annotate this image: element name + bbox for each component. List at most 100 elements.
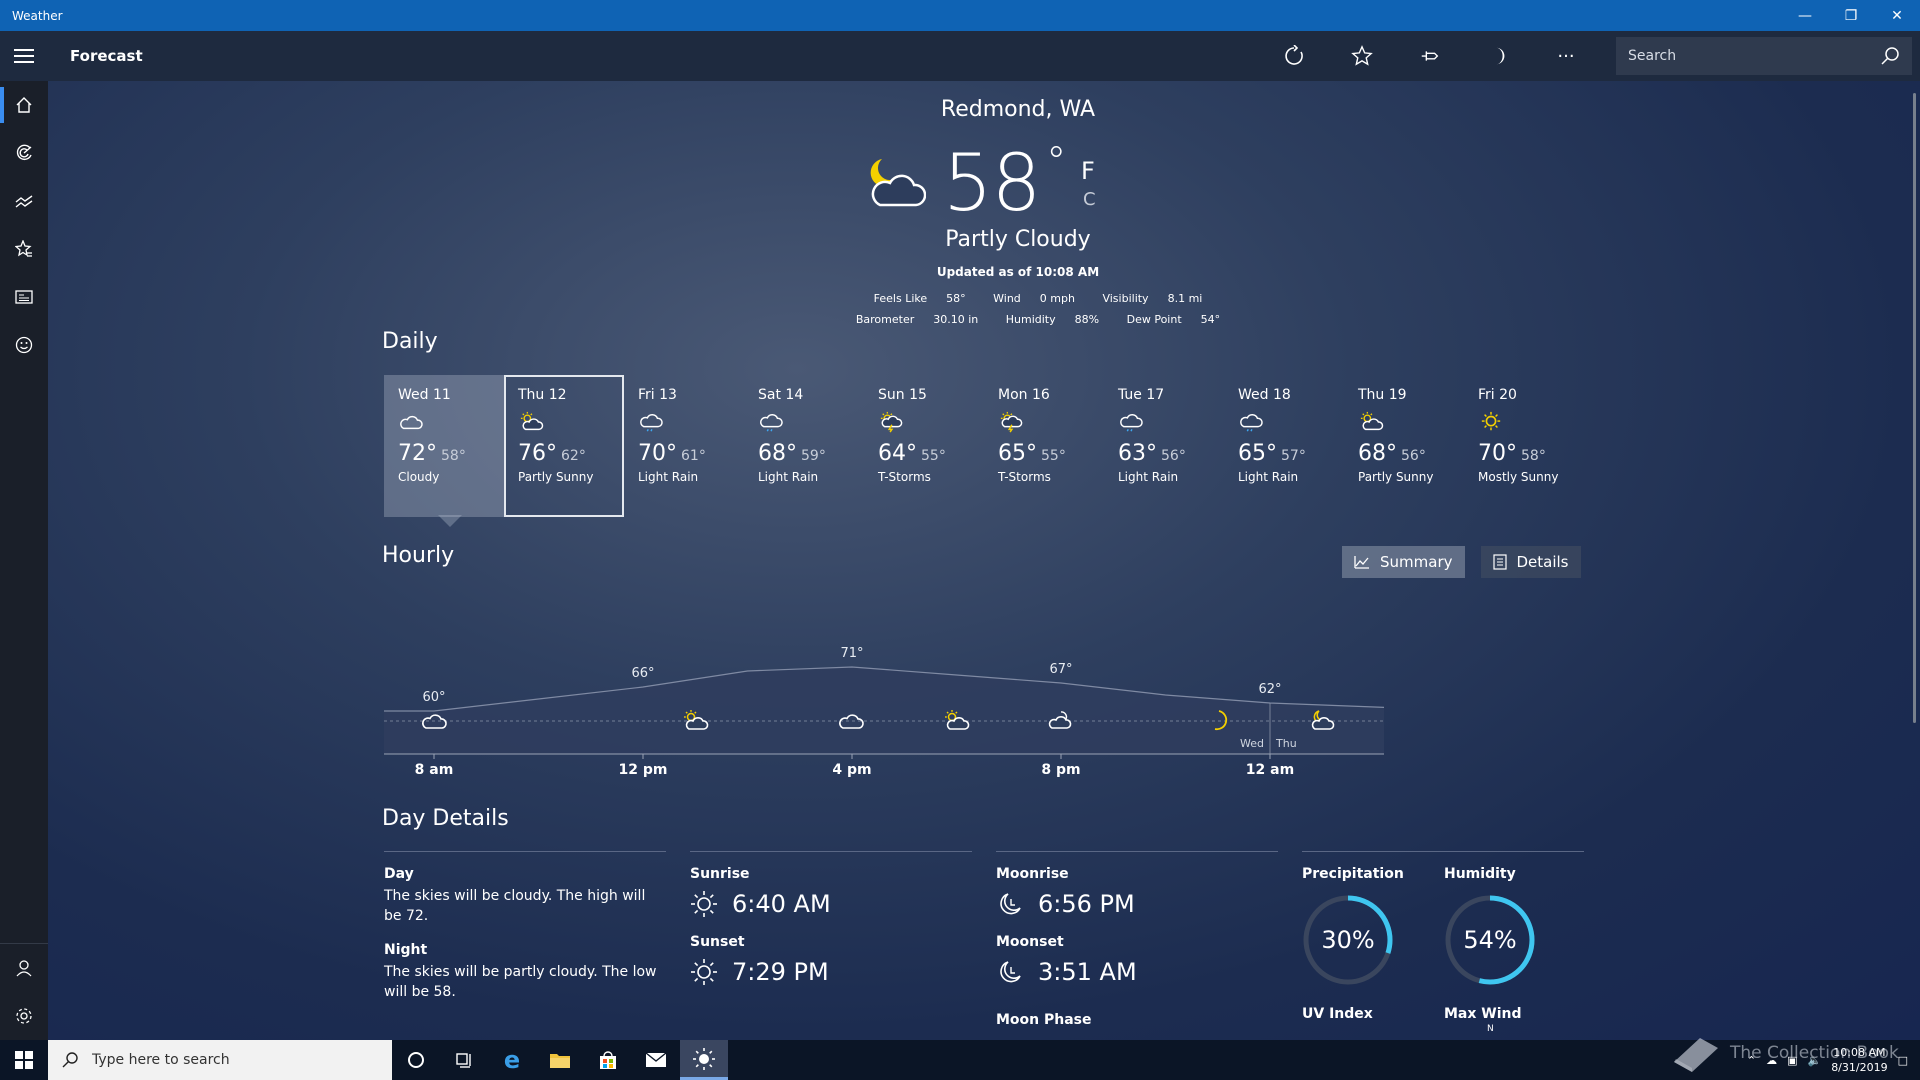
humidity-gauge: 54%: [1442, 892, 1538, 992]
day-night-summary: Day The skies will be cloudy. The high w…: [384, 851, 666, 1002]
store-button[interactable]: [584, 1040, 632, 1080]
day-name: Thu 19: [1358, 387, 1407, 403]
daily-card[interactable]: Sat 14 68° 59° Light Rain: [744, 375, 864, 517]
moonset-icon: [1000, 961, 1021, 983]
daily-forecast: Wed 11 72° 58° Cloudy Thu 12 76° 62° Partly Sun…: [384, 375, 1584, 527]
day-temps: 65° 55°: [998, 441, 1090, 466]
mail-button[interactable]: [632, 1040, 680, 1080]
day-low: 61°: [681, 448, 706, 464]
theme-button[interactable]: [1464, 31, 1532, 81]
thunderstorm-icon: [878, 411, 970, 437]
daily-card[interactable]: Fri 13 70° 61° Light Rain: [624, 375, 744, 517]
night-text: The skies will be partly cloudy. The low…: [384, 964, 657, 1000]
unit-celsius-toggle[interactable]: C: [1083, 189, 1096, 210]
hamburger-menu-button[interactable]: [0, 31, 48, 81]
nav-forecast[interactable]: [0, 81, 48, 129]
close-button[interactable]: ✕: [1874, 0, 1920, 31]
start-button[interactable]: [0, 1040, 48, 1080]
nav-account[interactable]: [0, 944, 48, 992]
nav-feedback[interactable]: [0, 321, 48, 369]
unit-fahrenheit-toggle[interactable]: F: [1081, 157, 1095, 185]
moon-icon: [1496, 47, 1505, 65]
cloud-icon: [398, 411, 490, 437]
day-name: Mon 16: [998, 387, 1050, 403]
light-rain-icon: [758, 411, 850, 437]
max-wind-label: Max Wind: [1444, 1006, 1522, 1022]
day-condition: Light Rain: [638, 470, 699, 484]
favorite-button[interactable]: [1328, 31, 1396, 81]
edge-button[interactable]: e: [488, 1040, 536, 1080]
partly-sunny-icon: [1358, 411, 1450, 437]
file-explorer-button[interactable]: [536, 1040, 584, 1080]
scrollbar[interactable]: [1913, 93, 1916, 723]
day-low: 56°: [1401, 448, 1426, 464]
nav-maps[interactable]: [0, 129, 48, 177]
minimize-button[interactable]: —: [1782, 0, 1828, 31]
temp-label: 67°: [1049, 662, 1072, 677]
daily-card[interactable]: Sun 15 64° 55° T-Storms: [864, 375, 984, 517]
day-high: 76°: [518, 441, 557, 466]
main-content: Redmond, WA 58 ° F C Partly Cloudy Update…: [48, 81, 1920, 1040]
day-name: Tue 17: [1118, 387, 1165, 403]
restore-button[interactable]: ❐: [1828, 0, 1874, 31]
day-name: Sat 14: [758, 387, 804, 403]
taskbar-search[interactable]: [48, 1040, 392, 1080]
dewpoint-label: Dew Point: [1126, 313, 1182, 326]
current-stats-row-2: Barometer 30.10 in Humidity 88% Dew Poin…: [738, 313, 1338, 326]
daily-card[interactable]: Thu 12 76° 62° Partly Sunny: [504, 375, 624, 517]
moon-phase-label: Moon Phase: [996, 1012, 1092, 1028]
time-label: 8 am: [415, 762, 454, 778]
feels-like-value: 58°: [946, 292, 966, 305]
daily-card[interactable]: Mon 16 65° 55° T-Storms: [984, 375, 1104, 517]
more-options-button[interactable]: ···: [1532, 31, 1600, 81]
daily-card[interactable]: Wed 11 72° 58° Cloudy: [384, 375, 504, 527]
search-box[interactable]: [1616, 37, 1912, 75]
day-high: 63°: [1118, 441, 1157, 466]
daily-card[interactable]: Tue 17 63° 56° Light Rain: [1104, 375, 1224, 517]
pin-button[interactable]: [1396, 31, 1464, 81]
notifications-icon[interactable]: □: [1898, 1054, 1908, 1067]
home-icon: [16, 97, 32, 113]
watermark-text: The Collection Book: [1730, 1043, 1899, 1063]
day-condition: Partly Sunny: [518, 470, 594, 484]
search-input[interactable]: [1628, 48, 1868, 64]
task-view-button[interactable]: [440, 1040, 488, 1080]
daily-card[interactable]: Wed 18 65° 57° Light Rain: [1224, 375, 1344, 517]
person-icon: [16, 960, 32, 977]
summary-button[interactable]: Summary: [1342, 546, 1465, 578]
refresh-button[interactable]: [1260, 31, 1328, 81]
day-label: Day: [384, 866, 414, 882]
windows-logo-icon: [15, 1051, 33, 1069]
day-temps: 68° 59°: [758, 441, 850, 466]
moonrise-time: 6:56 PM: [1038, 890, 1135, 918]
nav-favorites[interactable]: [0, 225, 48, 273]
nav-settings[interactable]: [0, 992, 48, 1040]
moonset-label: Moonset: [996, 934, 1064, 950]
news-icon: [15, 290, 33, 304]
sun-times: Sunrise 6:40 AM Sunset 7:29 PM: [690, 851, 972, 986]
feels-like-label: Feels Like: [873, 292, 928, 305]
details-button[interactable]: Details: [1480, 546, 1581, 578]
daily-card[interactable]: Fri 20 70° 58° Mostly Sunny: [1464, 375, 1584, 517]
wind-label: Wind: [993, 292, 1021, 305]
time-label: 4 pm: [832, 762, 871, 778]
visibility-label: Visibility: [1102, 292, 1149, 305]
precipitation-gauge: 30%: [1300, 892, 1396, 992]
nav-news[interactable]: [0, 273, 48, 321]
folder-icon: [550, 1054, 570, 1068]
humidity-detail-label: Humidity: [1444, 866, 1516, 882]
humidity-detail-value: 54%: [1463, 926, 1517, 954]
day-condition: Partly Sunny: [1358, 470, 1434, 484]
hourly-title: Hourly: [382, 543, 455, 568]
day-temps: 68° 56°: [1358, 441, 1450, 466]
taskbar: e ⌃ ☁ ▣ 🔈 10:08 AM 8/31/2019 □: [0, 1040, 1920, 1080]
weather-taskbar-button[interactable]: [680, 1040, 728, 1080]
nav-historical[interactable]: [0, 177, 48, 225]
daily-card[interactable]: Thu 19 68° 56° Partly Sunny: [1344, 375, 1464, 517]
search-icon[interactable]: [1880, 46, 1900, 66]
cortana-button[interactable]: [392, 1040, 440, 1080]
temp-label: 66°: [631, 666, 654, 681]
time-label: 12 pm: [619, 762, 668, 778]
taskbar-search-input[interactable]: [92, 1052, 362, 1068]
day-split-prev: Wed: [1240, 737, 1264, 750]
